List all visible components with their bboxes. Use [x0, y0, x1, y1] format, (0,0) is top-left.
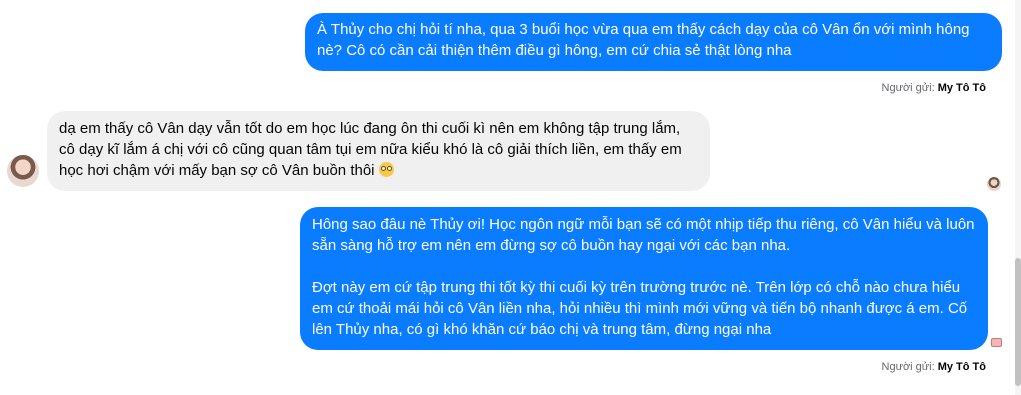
sender-name[interactable]: My Tô Tô	[938, 361, 986, 373]
sender-prefix: Người gửi:	[881, 361, 935, 373]
contact-avatar[interactable]	[7, 155, 39, 187]
message-incoming[interactable]: dạ em thấy cô Vân dạy vẫn tốt do em học …	[47, 111, 710, 191]
message-outgoing[interactable]: À Thủy cho chị hỏi tí nha, qua 3 buổi họ…	[305, 13, 1002, 71]
sender-prefix: Người gửi:	[881, 82, 935, 94]
message-outgoing[interactable]: Hông sao đâu nè Thủy ơi! Học ngôn ngữ mỗ…	[300, 207, 988, 350]
sender-name[interactable]: My Tô Tô	[938, 82, 986, 94]
message-text: À Thủy cho chị hỏi tí nha, qua 3 buổi họ…	[317, 21, 974, 59]
scrollbar-thumb[interactable]	[1015, 258, 1021, 386]
message-text: dạ em thấy cô Vân dạy vẫn tốt do em học …	[59, 120, 686, 179]
message-paragraph: Hông sao đâu nè Thủy ơi! Học ngôn ngữ mỗ…	[312, 216, 979, 254]
pleading-face-emoji-icon	[378, 162, 394, 177]
read-receipt-avatar-icon	[987, 177, 1001, 191]
sender-info: Người gửi: My Tô Tô	[882, 361, 986, 373]
sent-status-icon	[991, 338, 1002, 347]
chat-thread: À Thủy cho chị hỏi tí nha, qua 3 buổi họ…	[0, 0, 1021, 395]
message-paragraph: Đợt này em cứ tập trung thi tốt kỳ thi c…	[312, 279, 972, 338]
sender-info: Người gửi: My Tô Tô	[882, 82, 986, 94]
